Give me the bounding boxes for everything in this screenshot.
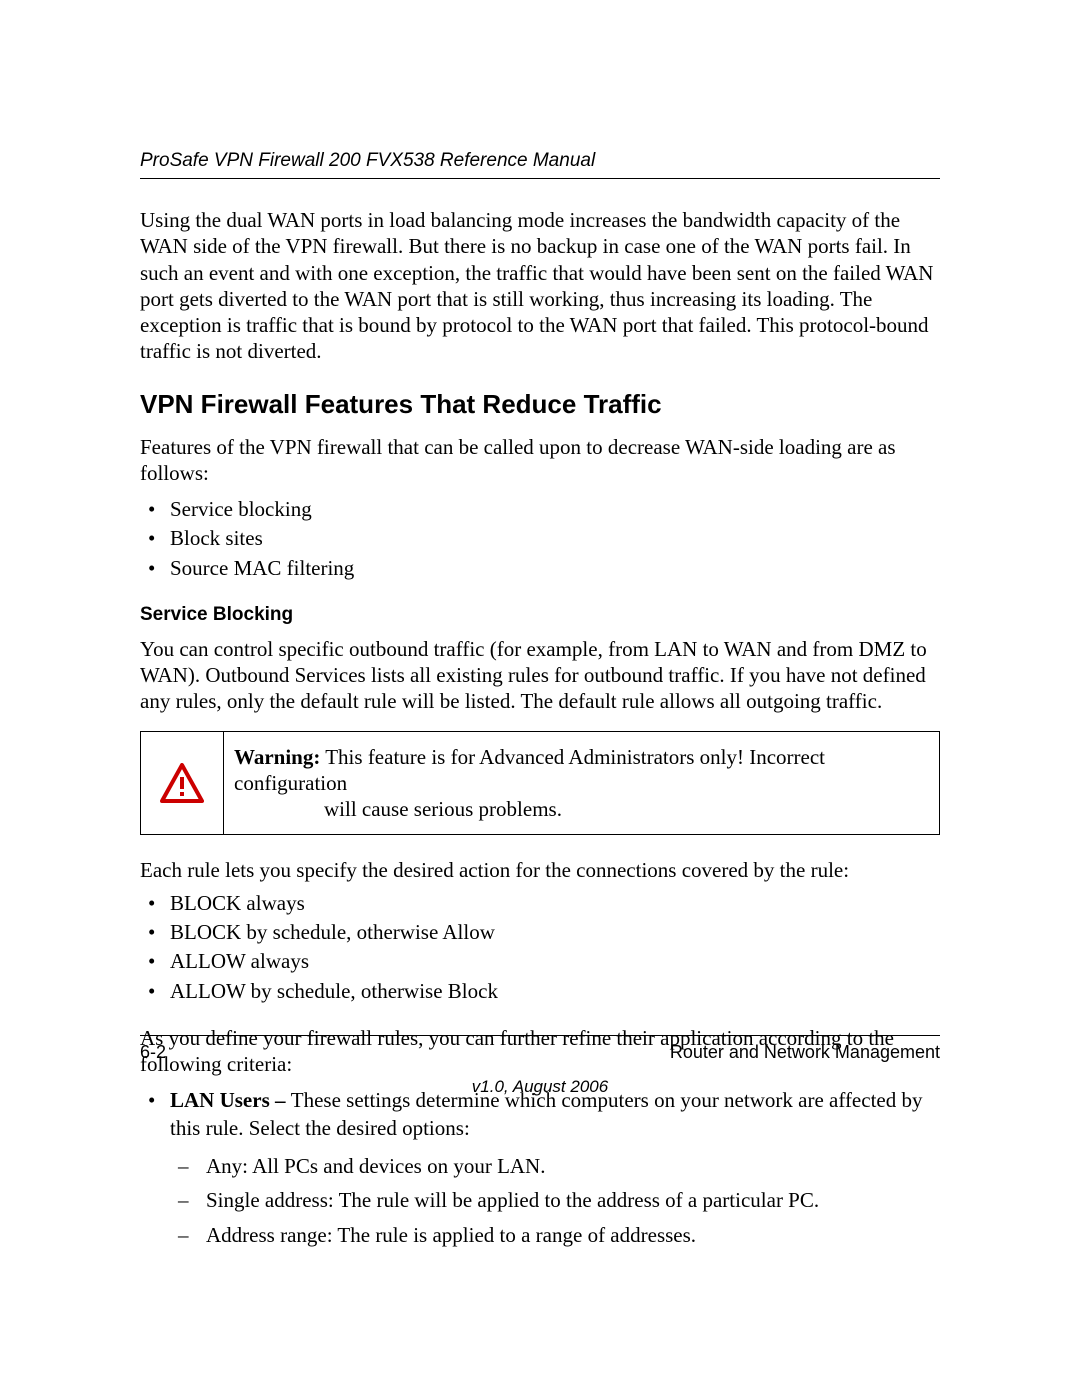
list-item: ALLOW by schedule, otherwise Block (140, 978, 940, 1005)
rule-actions-list: BLOCK always BLOCK by schedule, otherwis… (140, 890, 940, 1005)
sub-section-heading: Service Blocking (140, 604, 940, 626)
list-item: Address range: The rule is applied to a … (170, 1221, 940, 1249)
list-item: Block sites (140, 525, 940, 552)
list-item: Single address: The rule will be applied… (170, 1186, 940, 1214)
list-item: Source MAC filtering (140, 555, 940, 582)
warning-line1: This feature is for Advanced Administrat… (234, 745, 825, 795)
list-item: ALLOW always (140, 948, 940, 975)
chapter-title: Router and Network Management (670, 1042, 940, 1063)
warning-icon-cell (141, 732, 224, 835)
list-item: BLOCK always (140, 890, 940, 917)
header-rule (140, 178, 940, 179)
features-list: Service blocking Block sites Source MAC … (140, 496, 940, 582)
rules-intro: Each rule lets you specify the desired a… (140, 857, 940, 883)
doc-version: v1.0, August 2006 (140, 1077, 940, 1097)
list-item: Any: All PCs and devices on your LAN. (170, 1152, 940, 1180)
intro-paragraph: Using the dual WAN ports in load balanci… (140, 207, 940, 365)
criteria-list: LAN Users – These settings determine whi… (140, 1087, 940, 1249)
warning-line2: will cause serious problems. (234, 796, 562, 822)
section-heading: VPN Firewall Features That Reduce Traffi… (140, 389, 940, 420)
list-item: BLOCK by schedule, otherwise Allow (140, 919, 940, 946)
criteria-sublist: Any: All PCs and devices on your LAN. Si… (170, 1152, 940, 1249)
warning-text: Warning: This feature is for Advanced Ad… (224, 732, 939, 835)
running-header: ProSafe VPN Firewall 200 FVX538 Referenc… (140, 150, 940, 172)
warning-box: Warning: This feature is for Advanced Ad… (140, 731, 940, 836)
page-number: 6-2 (140, 1042, 166, 1063)
section-lead: Features of the VPN firewall that can be… (140, 434, 940, 487)
page-footer: 6-2 Router and Network Management v1.0, … (140, 1035, 940, 1097)
warning-label: Warning: (234, 745, 320, 769)
sub-section-lead: You can control specific outbound traffi… (140, 636, 940, 715)
warning-triangle-icon (160, 763, 204, 803)
document-page: ProSafe VPN Firewall 200 FVX538 Referenc… (0, 0, 1080, 1397)
list-item: Service blocking (140, 496, 940, 523)
criteria-item: LAN Users – These settings determine whi… (140, 1087, 940, 1249)
